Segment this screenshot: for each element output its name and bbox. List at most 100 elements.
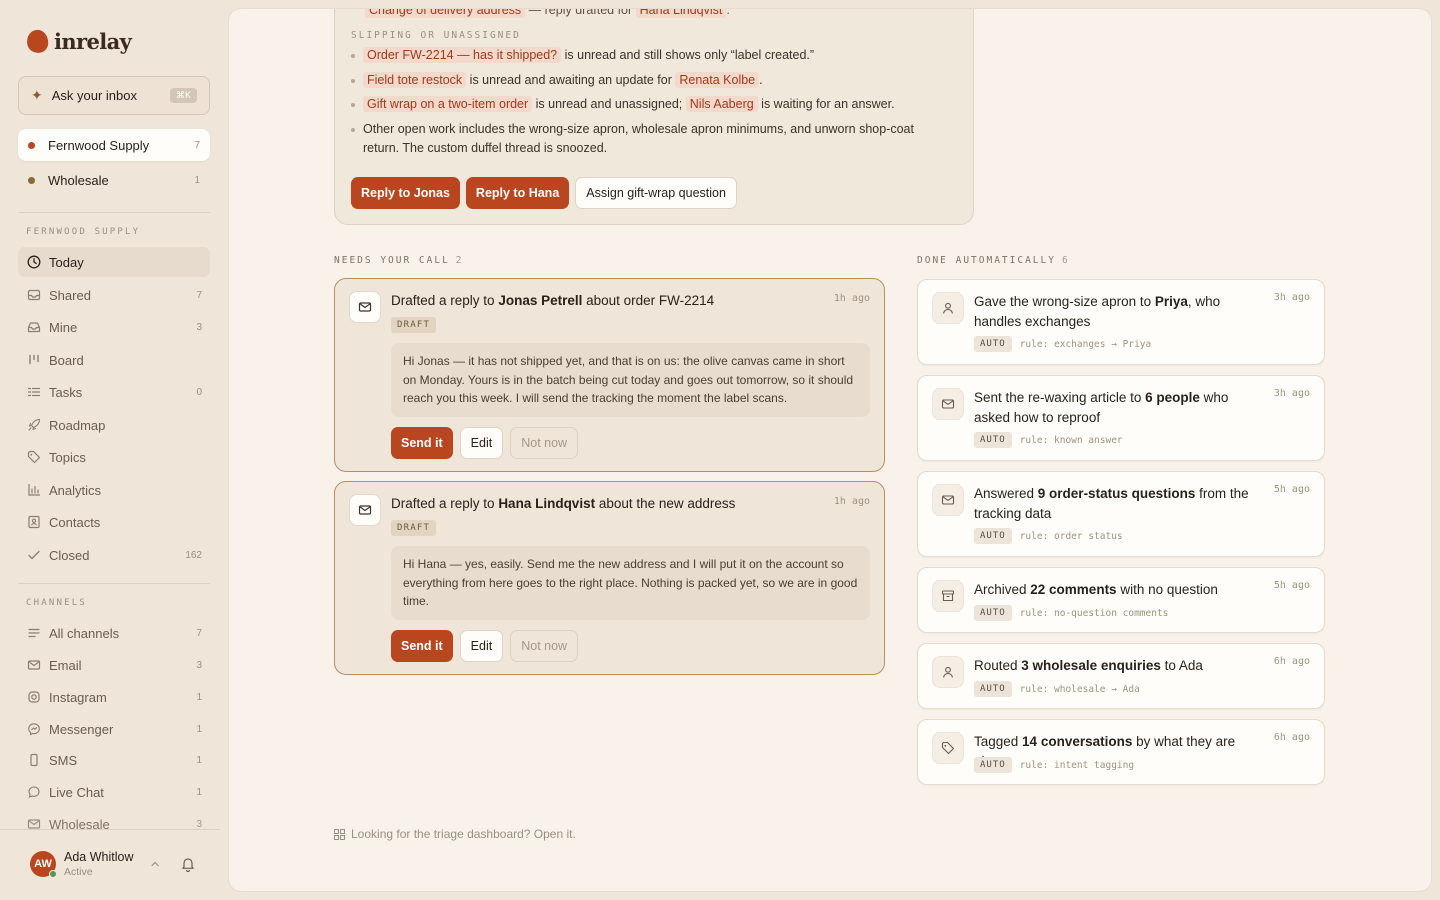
sidebar-item-label: All channels: [49, 625, 120, 641]
tag-icon: [26, 450, 41, 465]
ask-inbox-button[interactable]: ✦ Ask your inbox ⌘K: [18, 76, 210, 115]
brief-highlight-person[interactable]: Hana Lindqvist: [635, 9, 727, 18]
draft-contact-name: Hana Lindqvist: [498, 496, 596, 511]
brief-highlight[interactable]: Order FW-2214 — has it shipped?: [363, 47, 562, 63]
sidebar-item-label: Instagram: [49, 689, 107, 705]
sidebar-item-analytics[interactable]: Analytics: [18, 475, 210, 505]
brief-highlight-person[interactable]: Nils Aaberg: [685, 96, 758, 112]
not-now-button[interactable]: Not now: [510, 630, 579, 662]
sidebar-item-contacts[interactable]: Contacts: [18, 507, 210, 537]
needs-call-label: NEEDS YOUR CALL 2: [334, 255, 464, 266]
brief-text: — reply drafted for: [525, 9, 636, 17]
draft-body[interactable]: Hi Hana — yes, easily. Send me the new a…: [391, 546, 870, 620]
sidebar-item-wholesale-channel[interactable]: Wholesale 3: [18, 809, 210, 839]
draft-title: Drafted a reply to Jonas Petrell about o…: [391, 293, 714, 308]
auto-item-text: Sent the re-waxing article to 6 people w…: [974, 388, 1264, 428]
shortcut-badge: ⌘K: [169, 88, 197, 103]
auto-item-text: Answered 9 order-status questions from t…: [974, 484, 1264, 524]
draft-actions: Send it Edit Not now: [391, 630, 579, 662]
inbox-open-icon: [26, 320, 41, 335]
ask-inbox-label: Ask your inbox: [51, 88, 137, 103]
person-icon: [932, 292, 964, 324]
brief-highlight[interactable]: Gift wrap on a two-item order: [363, 96, 533, 112]
not-now-button[interactable]: Not now: [510, 427, 579, 459]
auto-item-time: 6h ago: [1273, 656, 1310, 667]
mail-icon: [932, 388, 964, 420]
auto-item-time: 3h ago: [1273, 388, 1310, 399]
sidebar-item-label: Live Chat: [49, 784, 104, 800]
draft-body[interactable]: Hi Jonas — it has not shipped yet, and t…: [391, 343, 870, 417]
sidebar-item-roadmap[interactable]: Roadmap: [18, 410, 210, 440]
sidebar-item-all-channels[interactable]: All channels 7: [18, 618, 210, 648]
brief-highlight-person[interactable]: Renata Kolbe: [675, 71, 760, 88]
sidebar-divider: [18, 583, 210, 584]
sidebar-item-count: 3: [196, 659, 202, 671]
send-it-button[interactable]: Send it: [391, 427, 453, 459]
sidebar: inrelay ✦ Ask your inbox ⌘K Fernwood Sup…: [0, 0, 220, 900]
draft-title: Drafted a reply to Hana Lindqvist about …: [391, 496, 735, 511]
mail-icon: [932, 484, 964, 516]
user-menu[interactable]: AW Ada Whitlow Active: [18, 844, 210, 884]
workspace-dot-icon: [28, 141, 35, 149]
draft-card-jonas[interactable]: Drafted a reply to Jonas Petrell about o…: [334, 278, 885, 472]
sidebar-item-sms[interactable]: SMS 1: [18, 745, 210, 775]
brief-highlight[interactable]: Field tote restock: [363, 71, 467, 88]
draft-card-hana[interactable]: Drafted a reply to Hana Lindqvist about …: [334, 481, 885, 675]
brief-actions: Reply to Jonas Reply to Hana Assign gift…: [351, 177, 737, 209]
sidebar-item-label: Closed: [49, 547, 90, 563]
logo[interactable]: inrelay: [24, 28, 132, 55]
sidebar-item-closed[interactable]: Closed 162: [18, 540, 210, 570]
sidebar-item-label: Shared: [49, 287, 91, 303]
auto-rule: rule: exchanges → Priya: [1019, 338, 1152, 350]
reply-to-hana-button[interactable]: Reply to Hana: [465, 177, 570, 209]
draft-title-post: about the new address: [595, 496, 736, 511]
sidebar-item-instagram[interactable]: Instagram 1: [18, 682, 210, 712]
sidebar-item-board[interactable]: Board: [18, 345, 210, 375]
logo-mark-icon: [24, 28, 51, 55]
done-auto-count: 6: [1061, 255, 1070, 266]
workspace-item-wholesale[interactable]: Wholesale 1: [18, 164, 210, 196]
brief-highlight[interactable]: Change of delivery address: [365, 9, 526, 18]
edit-button[interactable]: Edit: [459, 427, 504, 459]
clock-icon: [26, 255, 41, 270]
sidebar-item-tasks[interactable]: Tasks 0: [18, 377, 210, 407]
draft-time: 1h ago: [833, 293, 870, 304]
chevron-up-icon[interactable]: [150, 859, 160, 869]
sidebar-item-label: Roadmap: [49, 417, 106, 433]
auto-item-card[interactable]: Tagged 14 conversations by what they are…: [917, 719, 1325, 785]
workspace-count: 7: [194, 139, 200, 151]
auto-item-text: Archived 22 comments with no question: [974, 580, 1264, 600]
brief-text: is waiting for an answer.: [757, 97, 895, 111]
assign-gift-wrap-button[interactable]: Assign gift-wrap question: [575, 177, 737, 209]
edit-button[interactable]: Edit: [459, 630, 504, 662]
sidebar-item-live-chat[interactable]: Live Chat 1: [18, 777, 210, 807]
sidebar-item-topics[interactable]: Topics: [18, 442, 210, 472]
auto-item-card[interactable]: Archived 22 comments with no question 5h…: [917, 567, 1325, 633]
auto-text-part: Sent the re-waxing article to: [974, 390, 1146, 405]
auto-item-card[interactable]: Routed 3 wholesale enquiries to Ada 6h a…: [917, 643, 1325, 709]
bell-icon[interactable]: [180, 856, 196, 872]
chat-bubble-icon: [26, 785, 41, 800]
workspace-item-fernwood-supply[interactable]: Fernwood Supply 7: [18, 129, 210, 161]
auto-item-card[interactable]: Answered 9 order-status questions from t…: [917, 471, 1325, 557]
sidebar-item-shared[interactable]: Shared 7: [18, 280, 210, 310]
sidebar-item-mine[interactable]: Mine 3: [18, 312, 210, 342]
bar-chart-icon: [26, 483, 41, 498]
contact-card-icon: [26, 515, 41, 530]
auto-text-part: with no question: [1116, 582, 1218, 597]
auto-item-card[interactable]: Sent the re-waxing article to 6 people w…: [917, 375, 1325, 461]
auto-badge: AUTO: [974, 336, 1012, 352]
sidebar-item-messenger[interactable]: Messenger 1: [18, 714, 210, 744]
instagram-icon: [26, 690, 41, 705]
send-it-button[interactable]: Send it: [391, 630, 453, 662]
reply-to-jonas-button[interactable]: Reply to Jonas: [351, 177, 460, 209]
auto-text-strong: 3 wholesale enquiries: [1021, 658, 1161, 673]
auto-badge: AUTO: [974, 528, 1012, 544]
sidebar-item-email[interactable]: Email 3: [18, 650, 210, 680]
triage-dashboard-link[interactable]: Looking for the triage dashboard? Open i…: [334, 827, 576, 841]
sidebar-item-today[interactable]: Today: [18, 247, 210, 277]
auto-item-card[interactable]: Gave the wrong-size apron to Priya, who …: [917, 279, 1325, 365]
auto-badge: AUTO: [974, 757, 1012, 773]
messenger-icon: [26, 722, 41, 737]
sidebar-item-label: Analytics: [49, 482, 102, 498]
